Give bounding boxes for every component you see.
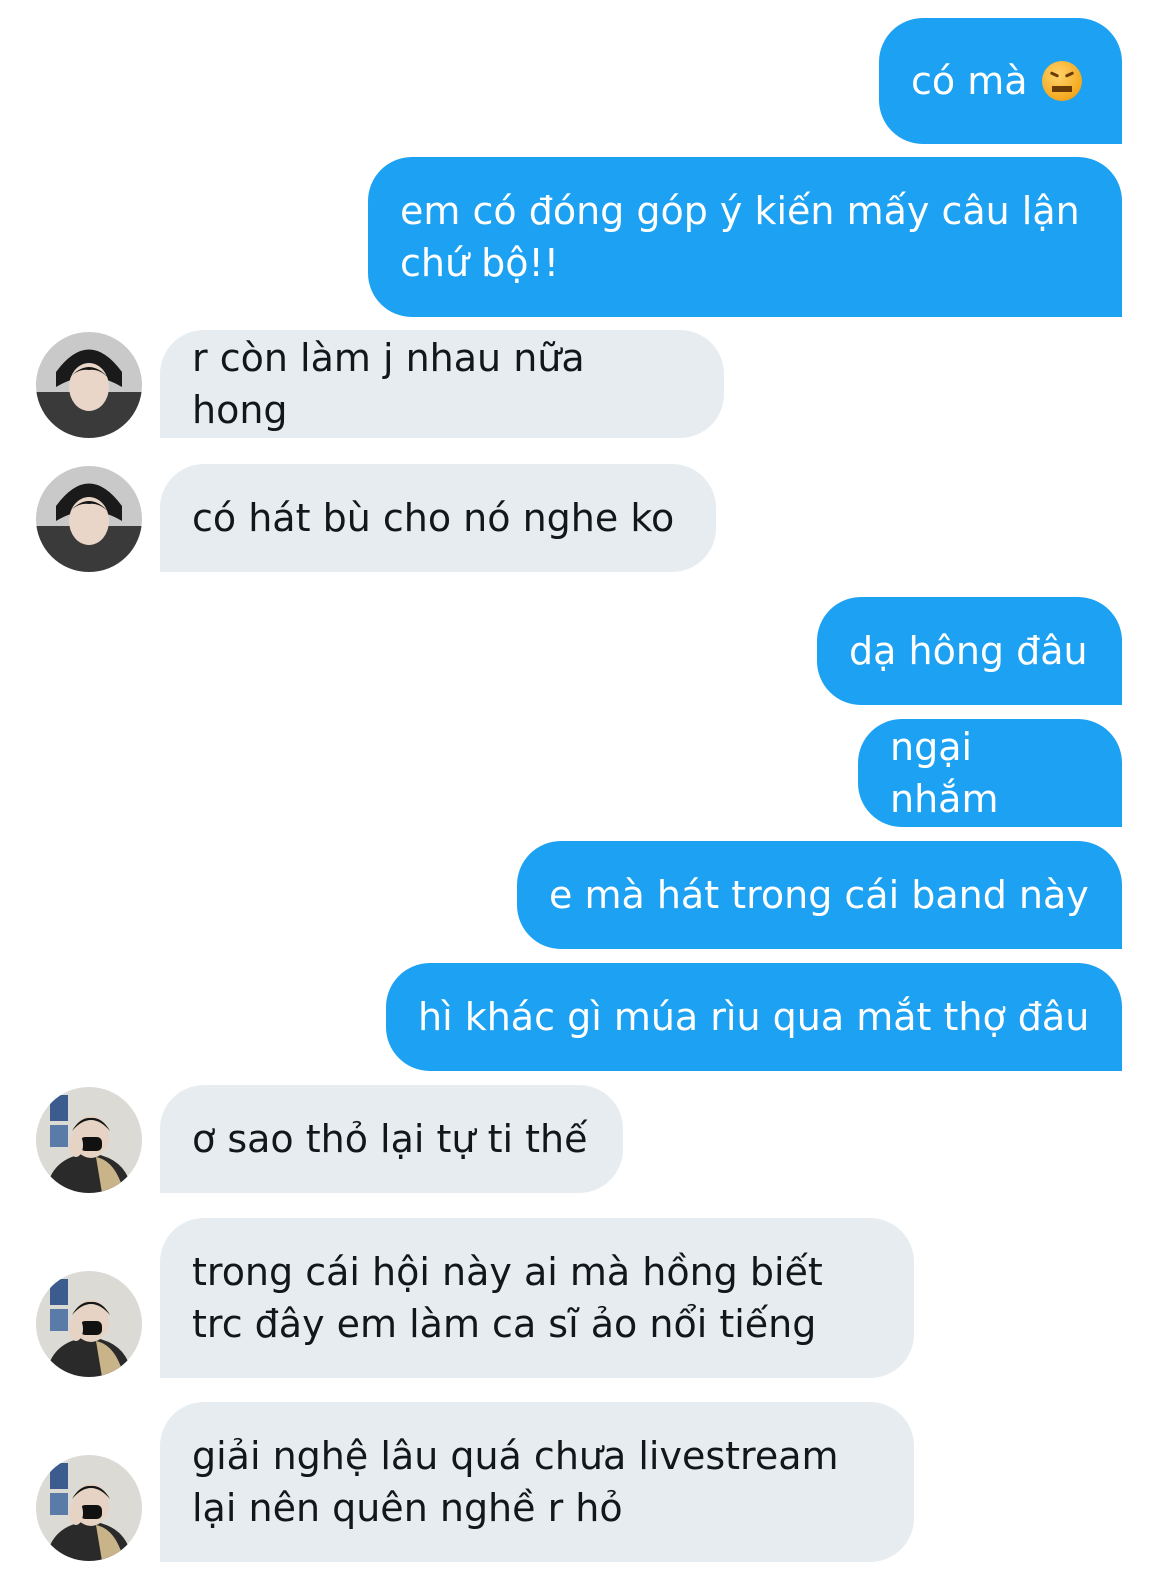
message-text: ngại nhắm — [890, 725, 999, 821]
outgoing-message[interactable]: em có đóng góp ý kiến mấy câu lận chứ bộ… — [368, 157, 1122, 317]
incoming-message[interactable]: có hát bù cho nó nghe ko — [160, 464, 716, 572]
message-text: giải nghệ lâu quá chưa livestream lại nê… — [192, 1434, 839, 1530]
incoming-message[interactable]: r còn làm j nhau nữa hong — [160, 330, 724, 438]
message-text: e mà hát trong cái band này — [549, 873, 1089, 917]
message-text: có mà — [911, 59, 1028, 103]
confounded-face-emoji-icon — [1041, 61, 1082, 101]
avatar[interactable] — [36, 1455, 142, 1561]
message-text: dạ hông đâu — [849, 629, 1088, 673]
avatar[interactable] — [36, 466, 142, 572]
message-text: r còn làm j nhau nữa hong — [192, 336, 585, 432]
message-text: ơ sao thỏ lại tự ti thế — [192, 1117, 588, 1161]
avatar[interactable] — [36, 1087, 142, 1193]
outgoing-message[interactable]: có mà — [879, 18, 1122, 144]
outgoing-message[interactable]: e mà hát trong cái band này — [517, 841, 1122, 949]
incoming-message[interactable]: trong cái hội này ai mà hồng biết trc đâ… — [160, 1218, 914, 1378]
incoming-message[interactable]: giải nghệ lâu quá chưa livestream lại nê… — [160, 1402, 914, 1562]
message-text: có hát bù cho nó nghe ko — [192, 496, 675, 540]
avatar[interactable] — [36, 1271, 142, 1377]
outgoing-message[interactable]: ngại nhắm — [858, 719, 1122, 827]
outgoing-message[interactable]: hì khác gì múa rìu qua mắt thợ đâu — [386, 963, 1122, 1071]
message-text: em có đóng góp ý kiến mấy câu lận chứ bộ… — [400, 189, 1080, 285]
message-text: hì khác gì múa rìu qua mắt thợ đâu — [418, 995, 1090, 1039]
outgoing-message[interactable]: dạ hông đâu — [817, 597, 1122, 705]
avatar[interactable] — [36, 332, 142, 438]
message-text: trong cái hội này ai mà hồng biết trc đâ… — [192, 1250, 823, 1346]
incoming-message[interactable]: ơ sao thỏ lại tự ti thế — [160, 1085, 623, 1193]
